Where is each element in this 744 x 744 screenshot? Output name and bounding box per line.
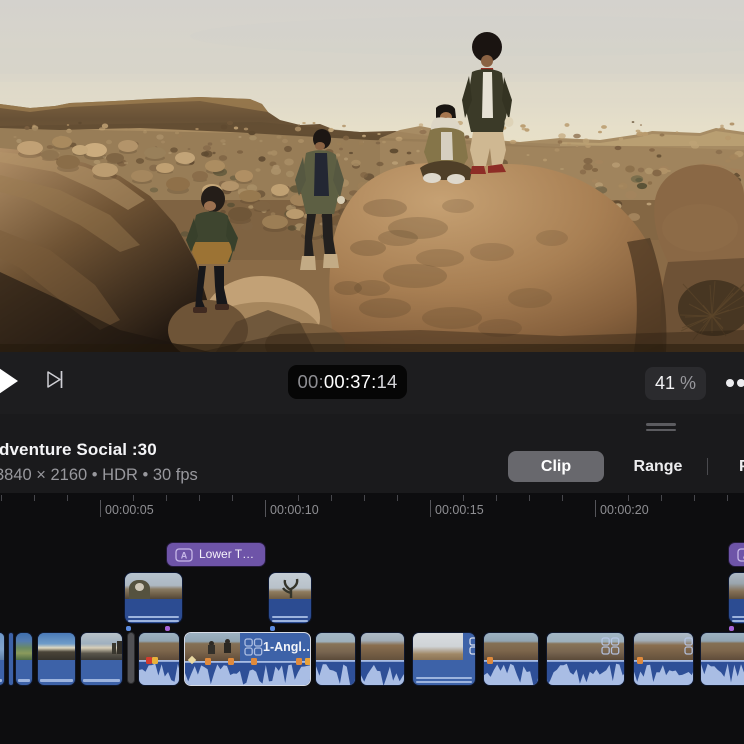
svg-text:A: A [181,551,188,561]
